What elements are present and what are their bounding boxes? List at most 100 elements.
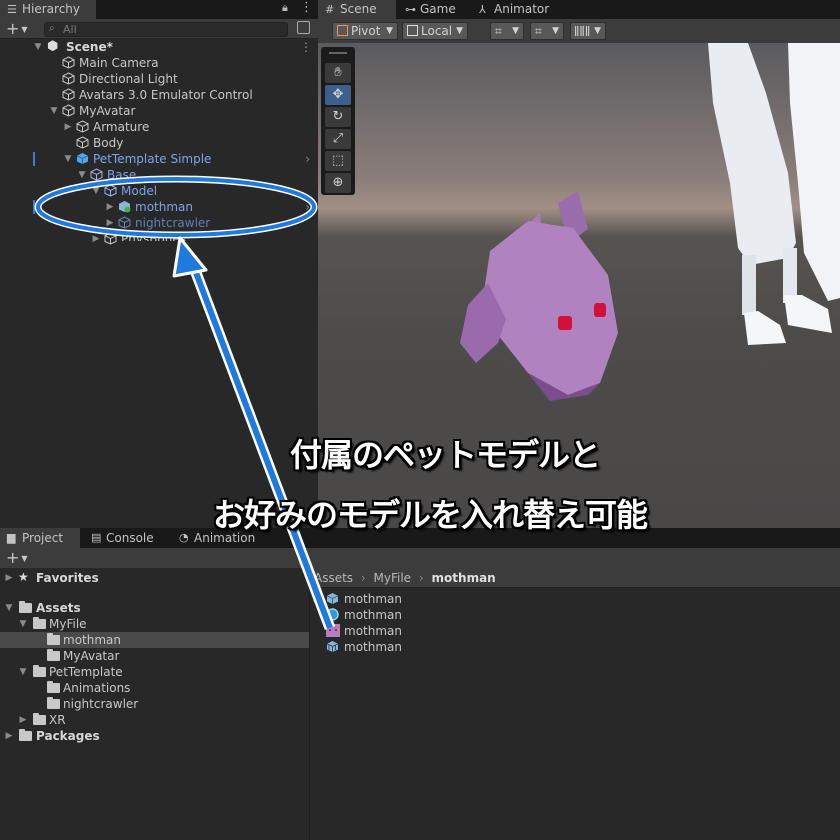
tree-row-mothman[interactable]: ▶ mothman › xyxy=(0,199,318,215)
tree-row-myavatar-folder[interactable]: MyAvatar xyxy=(0,648,309,664)
collapsed-arrow-icon[interactable]: ▶ xyxy=(91,231,101,247)
tree-row-favorites[interactable]: ▶ ★ Favorites xyxy=(0,570,309,586)
file-label: mothman xyxy=(344,624,402,638)
tree-row-pettemplate-simple[interactable]: ▼ PetTemplate Simple › xyxy=(0,151,318,167)
tree-row-assets[interactable]: ▼ Assets xyxy=(0,600,309,616)
tree-row-scene[interactable]: ▼ ⬢ Scene* ⋮ xyxy=(0,39,318,55)
tree-row-main-camera[interactable]: Main Camera xyxy=(0,55,318,71)
tree-row-nightcrawler[interactable]: ▶ nightcrawler xyxy=(0,215,318,231)
collapsed-arrow-icon[interactable]: ▶ xyxy=(18,712,28,728)
tree-row-xr-folder[interactable]: ▶ XR xyxy=(0,712,309,728)
tab-game[interactable]: ⊶ Game xyxy=(398,0,472,19)
folder-icon xyxy=(47,697,60,709)
tree-row-physbones[interactable]: ▶ PhysBones xyxy=(0,231,318,247)
scene-search-icon[interactable] xyxy=(297,21,310,34)
tab-hierarchy[interactable]: ☰ Hierarchy xyxy=(0,0,96,19)
tree-row-pettemplate-folder[interactable]: ▼ PetTemplate xyxy=(0,664,309,680)
file-row-mothman-mesh[interactable]: mothman xyxy=(311,639,840,655)
transform-tool-button[interactable]: ⊕ xyxy=(325,173,351,193)
palette-grip-icon[interactable] xyxy=(329,52,347,54)
tree-row-label: Base xyxy=(107,168,137,182)
file-label: mothman xyxy=(344,608,402,622)
tree-row-nightcrawler-folder[interactable]: nightcrawler xyxy=(0,696,309,712)
collapsed-arrow-icon[interactable]: ▶ xyxy=(4,728,14,744)
scale-tool-button[interactable]: ⤢ xyxy=(325,129,351,149)
tab-scene-label: Scene xyxy=(340,2,377,16)
grid-snap-icon: ⌗ xyxy=(495,24,502,38)
hand-tool-button[interactable]: ✋︎ xyxy=(325,63,351,83)
tree-row-myfile[interactable]: ▼ MyFile xyxy=(0,616,309,632)
tab-hierarchy-label: Hierarchy xyxy=(22,2,81,16)
increment-snap-button[interactable]: ⌗ ▼ xyxy=(530,22,564,40)
gizmo-button[interactable]: ǁǁǁ ▼ xyxy=(570,22,606,40)
tree-row-label: Body xyxy=(93,136,124,150)
tree-row-label: mothman xyxy=(63,633,121,647)
chevron-right-icon[interactable]: › xyxy=(305,151,310,167)
kebab-menu-icon[interactable]: ⋮ xyxy=(300,0,313,15)
tree-row-mothman-folder[interactable]: mothman xyxy=(0,632,309,648)
console-icon: ▤ xyxy=(91,531,102,544)
grid-snap-button[interactable]: ⌗ ▼ xyxy=(490,22,524,40)
collapsed-arrow-icon[interactable]: ▶ xyxy=(105,199,115,215)
move-tool-button[interactable]: ✥ xyxy=(325,85,351,105)
expand-arrow-icon[interactable]: ▼ xyxy=(63,151,73,167)
tree-row-label: PetTemplate xyxy=(49,665,123,679)
tree-row-armature[interactable]: ▶ Armature xyxy=(0,119,318,135)
tab-animator-label: Animator xyxy=(494,2,550,16)
tab-animator[interactable]: ⅄ Animator xyxy=(472,0,558,19)
hierarchy-search-input[interactable]: ⌕ All xyxy=(44,22,288,37)
file-row-mothman-material[interactable]: mothman xyxy=(311,607,840,623)
project-panel: ▆ Project ▤ Console ◔ Animation + ▼ ▶ ★ F… xyxy=(0,528,840,840)
expand-arrow-icon[interactable]: ▼ xyxy=(77,167,87,183)
file-row-mothman-prefab[interactable]: ▶ mothman xyxy=(311,591,840,607)
tree-row-animations-folder[interactable]: Animations xyxy=(0,680,309,696)
create-button[interactable]: + ▼ xyxy=(6,19,28,41)
expand-arrow-icon[interactable]: ▼ xyxy=(49,103,59,119)
collapsed-arrow-icon[interactable]: ▶ xyxy=(63,119,73,135)
local-dropdown[interactable]: Local ▼ xyxy=(402,22,468,40)
breadcrumb-current[interactable]: mothman xyxy=(432,571,496,585)
expand-arrow-icon[interactable]: ▼ xyxy=(91,183,101,199)
tree-row-myavatar[interactable]: ▼ MyAvatar xyxy=(0,103,318,119)
folder-icon xyxy=(33,665,46,677)
scale-icon: ⤢ xyxy=(332,131,344,146)
lock-icon[interactable]: 🔒︎ xyxy=(282,1,288,15)
collapsed-arrow-icon[interactable]: ▶ xyxy=(312,591,322,607)
gameobject-cube-icon xyxy=(104,232,117,245)
move-icon: ✥ xyxy=(332,87,344,102)
tree-row-emulator-control[interactable]: Avatars 3.0 Emulator Control xyxy=(0,87,318,103)
collapsed-arrow-icon[interactable]: ▶ xyxy=(105,215,115,231)
rotate-tool-button[interactable]: ↻ xyxy=(325,107,351,127)
rect-tool-button[interactable]: ⬚ xyxy=(325,151,351,171)
tree-row-label: Model xyxy=(121,184,158,198)
pivot-dropdown[interactable]: Pivot ▼ xyxy=(332,22,398,40)
tree-row-base[interactable]: ▼ Base xyxy=(0,167,318,183)
create-button[interactable]: + ▼ xyxy=(6,548,28,570)
tab-project[interactable]: ▆ Project xyxy=(0,528,80,548)
tab-console-label: Console xyxy=(106,531,154,545)
collapsed-arrow-icon[interactable]: ▶ xyxy=(4,570,14,586)
snap-icon: ⌗ xyxy=(535,24,542,38)
folder-icon xyxy=(19,601,32,613)
kebab-menu-icon[interactable]: ⋮ xyxy=(300,39,312,55)
file-row-mothman-texture[interactable]: mothman xyxy=(311,623,840,639)
expand-arrow-icon[interactable]: ▼ xyxy=(18,664,28,680)
hierarchy-panel: ☰ Hierarchy 🔒︎ ⋮ + ▼ ⌕ All ▼ ⬢ Scene* ⋮ M… xyxy=(0,0,318,528)
breadcrumb-item[interactable]: Assets xyxy=(314,571,353,585)
breadcrumb-item[interactable]: MyFile xyxy=(374,571,412,585)
file-label: mothman xyxy=(344,592,402,606)
local-icon xyxy=(407,25,418,36)
tree-row-body[interactable]: Body xyxy=(0,135,318,151)
tree-row-packages[interactable]: ▶ Packages xyxy=(0,728,309,744)
chevron-right-icon[interactable]: › xyxy=(305,199,310,215)
tab-console[interactable]: ▤ Console xyxy=(84,528,170,548)
tree-row-model[interactable]: ▼ Model xyxy=(0,183,318,199)
hierarchy-tabbar: ☰ Hierarchy 🔒︎ ⋮ xyxy=(0,0,318,19)
expand-arrow-icon[interactable]: ▼ xyxy=(4,600,14,616)
tab-scene[interactable]: # Scene xyxy=(318,0,396,19)
tree-row-label: Directional Light xyxy=(79,72,178,86)
expand-arrow-icon[interactable]: ▼ xyxy=(18,616,28,632)
expand-arrow-icon[interactable]: ▼ xyxy=(33,39,43,55)
chevron-down-icon: ▼ xyxy=(594,26,601,36)
tree-row-directional-light[interactable]: Directional Light xyxy=(0,71,318,87)
